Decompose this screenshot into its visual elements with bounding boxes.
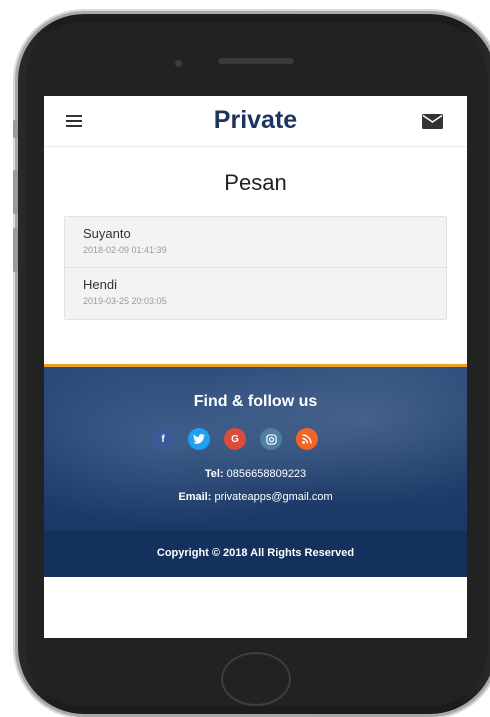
volume-down-button bbox=[13, 228, 18, 272]
google-icon[interactable]: G bbox=[224, 428, 246, 450]
facebook-icon[interactable]: f bbox=[152, 428, 174, 450]
twitter-icon[interactable] bbox=[188, 428, 210, 450]
message-timestamp: 2018-02-09 01:41:39 bbox=[83, 245, 167, 255]
rss-icon[interactable] bbox=[296, 428, 318, 450]
message-item[interactable]: Suyanto 2018-02-09 01:41:39 bbox=[65, 217, 446, 268]
phone-number: 0856658809223 bbox=[226, 468, 307, 480]
envelope-icon[interactable] bbox=[422, 114, 443, 129]
instagram-camera-icon bbox=[265, 433, 277, 445]
message-timestamp: 2019-03-25 20:03:05 bbox=[83, 296, 167, 306]
speaker-grille bbox=[218, 58, 294, 64]
rss-feed-icon bbox=[302, 434, 312, 444]
email-label: Email: bbox=[178, 491, 212, 503]
page-title: Pesan bbox=[224, 170, 287, 195]
footer: Find & follow us f G Tel: 0856658809223 … bbox=[44, 364, 467, 577]
contact-phone: Tel: 0856658809223 bbox=[44, 468, 467, 480]
email-address[interactable]: privateapps@gmail.com bbox=[214, 491, 332, 503]
home-button[interactable] bbox=[221, 652, 291, 706]
instagram-icon[interactable] bbox=[260, 428, 282, 450]
phone-label: Tel: bbox=[204, 468, 224, 480]
volume-up-button bbox=[13, 170, 18, 214]
contact-email: Email: privateapps@gmail.com bbox=[44, 491, 467, 503]
message-sender: Suyanto bbox=[83, 226, 131, 241]
top-bar: Private bbox=[44, 96, 467, 147]
screen: Private Pesan Suyanto 2018-02-09 01:41:3… bbox=[44, 96, 467, 638]
volume-button bbox=[13, 120, 18, 138]
camera-icon bbox=[175, 60, 182, 67]
follow-title: Find & follow us bbox=[193, 393, 318, 410]
message-item[interactable]: Hendi 2019-03-25 20:03:05 bbox=[65, 268, 446, 319]
message-list: Suyanto 2018-02-09 01:41:39 Hendi 2019-0… bbox=[64, 216, 447, 320]
message-sender: Hendi bbox=[83, 277, 117, 292]
copyright-text: Copyright © 2018 All Rights Reserved bbox=[156, 547, 355, 559]
copyright-bar: Copyright © 2018 All Rights Reserved bbox=[44, 531, 467, 577]
app-title: Private bbox=[213, 106, 298, 134]
twitter-bird-icon bbox=[193, 434, 205, 444]
